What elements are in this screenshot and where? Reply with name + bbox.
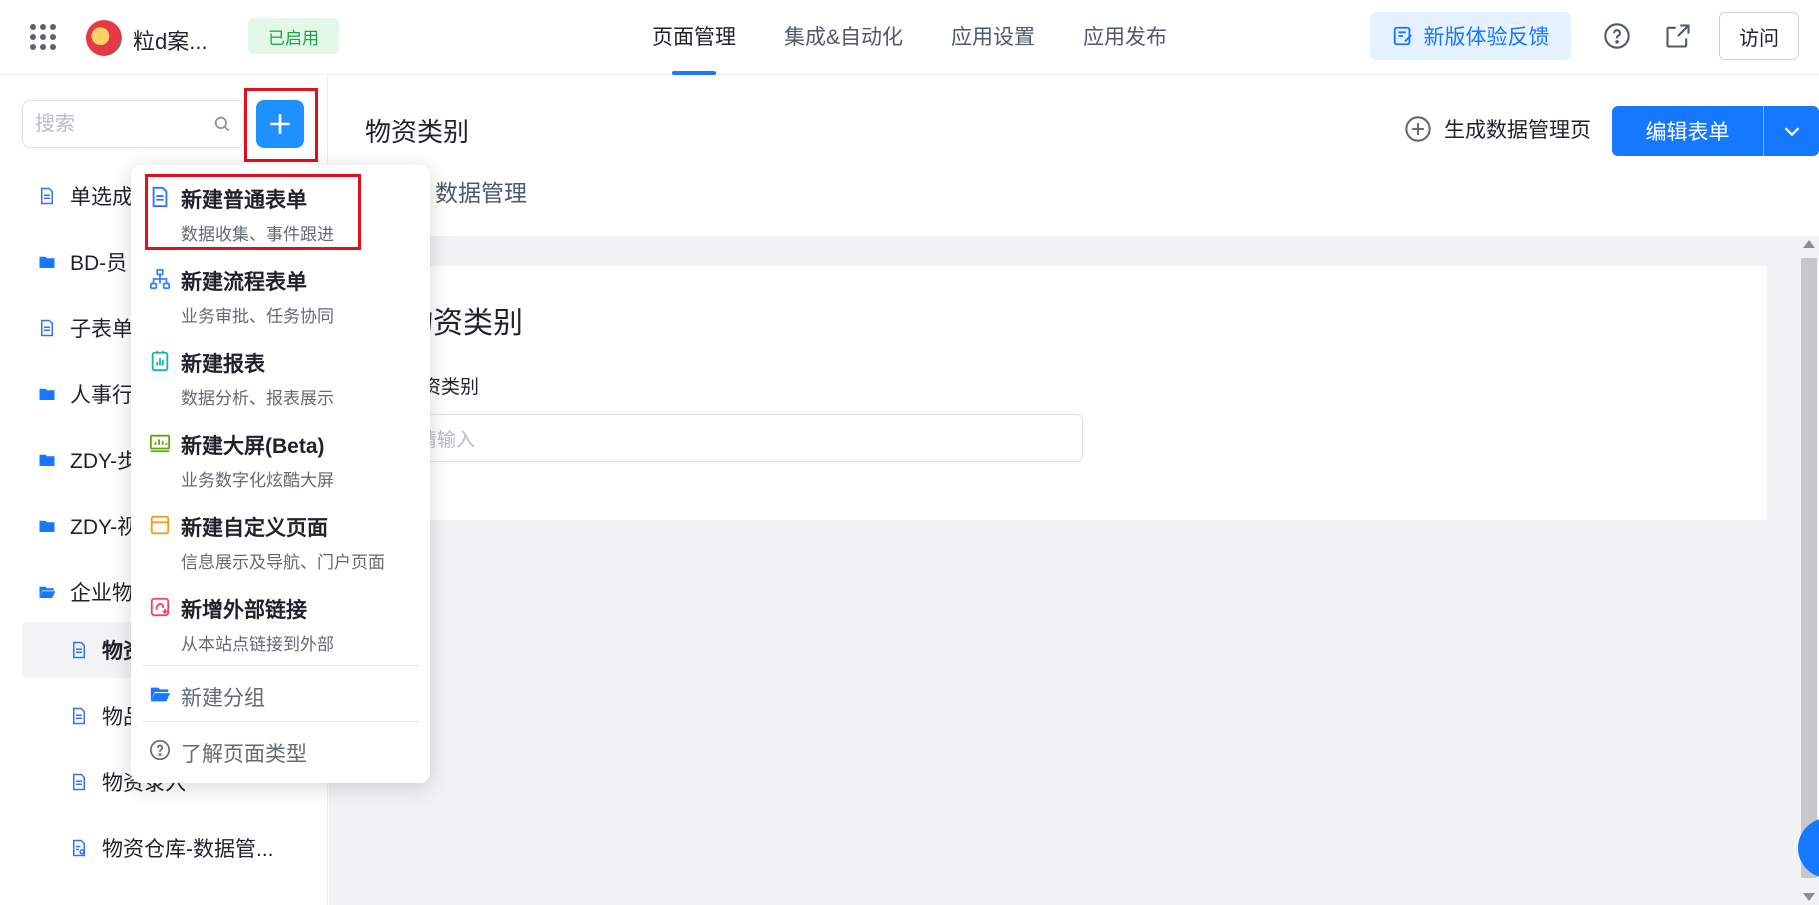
highlight-box bbox=[244, 88, 318, 162]
menu-item-title: 新建自定义页面 bbox=[181, 517, 328, 540]
menu-item-new-flow-form[interactable]: 新建流程表单 业务审批、任务协同 bbox=[131, 252, 430, 330]
folder-open-icon bbox=[150, 687, 171, 702]
menu-item-subtitle: 从本站点链接到外部 bbox=[181, 635, 334, 654]
form-preview-card: 物资类别 物资类别 请输入 bbox=[343, 266, 1767, 520]
visit-button[interactable]: 访问 bbox=[1719, 12, 1799, 60]
highlight-box bbox=[145, 174, 361, 250]
menu-item-title: 新增外部链接 bbox=[181, 599, 307, 622]
nav-item-page-manage[interactable]: 页面管理 bbox=[652, 0, 736, 75]
menu-item-subtitle: 业务审批、任务协同 bbox=[181, 307, 334, 326]
sidebar-search bbox=[22, 100, 244, 148]
edit-note-icon bbox=[1393, 26, 1412, 46]
new-page-dropdown: 新建普通表单 数据收集、事件跟进 新建流程表单 业务审批、任务协同 新建报表 数… bbox=[131, 165, 430, 783]
main-content: 物资类别 生成数据管理页 编辑表单 预览 数据管理 物资类别 物资类别 请输入 bbox=[329, 76, 1819, 905]
scroll-up-arrow[interactable] bbox=[1803, 240, 1815, 248]
search-input[interactable] bbox=[23, 101, 203, 147]
plus-circle-icon bbox=[1405, 116, 1431, 142]
form-icon bbox=[41, 187, 53, 205]
app-grid-icon[interactable] bbox=[30, 24, 56, 50]
menu-item-new-screen[interactable]: 新建大屏(Beta) 业务数字化炫酷大屏 bbox=[131, 416, 430, 494]
form-icon bbox=[73, 641, 85, 659]
menu-item-title: 新建大屏(Beta) bbox=[181, 435, 325, 458]
folder-open-icon bbox=[39, 586, 56, 598]
data-manage-icon bbox=[73, 839, 85, 857]
status-badge: 已启用 bbox=[248, 18, 339, 54]
edit-form-dropdown[interactable] bbox=[1764, 106, 1819, 156]
scroll-down-arrow[interactable] bbox=[1803, 893, 1815, 901]
app-logo bbox=[86, 20, 122, 56]
form-icon bbox=[41, 319, 53, 337]
menu-item-title: 新建流程表单 bbox=[181, 271, 307, 294]
nav-item-integration[interactable]: 集成&自动化 bbox=[784, 0, 903, 75]
menu-item-title: 新建报表 bbox=[181, 353, 265, 376]
generate-manage-page-button[interactable]: 生成数据管理页 bbox=[1404, 114, 1591, 144]
form-icon bbox=[73, 707, 85, 725]
preview-canvas: 物资类别 物资类别 请输入 bbox=[329, 236, 1819, 905]
top-bar: 粒d案... 已启用 页面管理 集成&自动化 应用设置 应用发布 新版体验反馈 … bbox=[0, 0, 1819, 75]
folder-icon bbox=[39, 454, 55, 466]
menu-divider bbox=[142, 665, 419, 666]
folder-icon bbox=[39, 520, 55, 532]
menu-item-subtitle: 数据分析、报表展示 bbox=[181, 389, 334, 408]
material-category-input[interactable]: 请输入 bbox=[403, 414, 1083, 462]
folder-icon bbox=[39, 388, 55, 400]
menu-item-new-group[interactable]: 新建分组 bbox=[131, 669, 430, 719]
scroll-thumb[interactable] bbox=[1801, 258, 1817, 878]
sidebar-item-material-warehouse[interactable]: 物资仓库-数据管... bbox=[70, 820, 370, 876]
nav-item-app-settings[interactable]: 应用设置 bbox=[951, 0, 1035, 75]
menu-item-new-external-link[interactable]: 新增外部链接 从本站点链接到外部 bbox=[131, 580, 430, 658]
menu-item-new-report[interactable]: 新建报表 数据分析、报表展示 bbox=[131, 334, 430, 412]
screen-icon bbox=[149, 434, 171, 453]
edit-form-button[interactable]: 编辑表单 bbox=[1612, 106, 1819, 156]
page-title: 物资类别 bbox=[365, 117, 470, 147]
custom-page-icon bbox=[150, 515, 170, 535]
report-icon bbox=[151, 350, 169, 372]
flow-icon bbox=[149, 268, 171, 290]
menu-divider bbox=[142, 721, 419, 722]
menu-item-subtitle: 信息展示及导航、门户页面 bbox=[181, 553, 385, 572]
app-name[interactable]: 粒d案... bbox=[133, 24, 208, 56]
edit-form-label[interactable]: 编辑表单 bbox=[1612, 106, 1764, 156]
menu-item-learn-page-types[interactable]: 了解页面类型 bbox=[131, 725, 430, 775]
external-link-icon bbox=[150, 597, 170, 617]
vertical-scrollbar[interactable] bbox=[1799, 236, 1819, 905]
folder-icon bbox=[39, 256, 55, 268]
menu-item-new-custom-page[interactable]: 新建自定义页面 信息展示及导航、门户页面 bbox=[131, 498, 430, 576]
form-icon bbox=[73, 773, 85, 791]
help-icon[interactable] bbox=[1603, 22, 1631, 50]
menu-item-subtitle: 业务数字化炫酷大屏 bbox=[181, 471, 334, 490]
chevron-down-icon bbox=[1784, 127, 1799, 137]
feedback-button[interactable]: 新版体验反馈 bbox=[1370, 12, 1571, 60]
tab-data-manage[interactable]: 数据管理 bbox=[435, 168, 527, 228]
search-icon bbox=[214, 116, 230, 132]
open-external-icon[interactable] bbox=[1664, 22, 1692, 50]
nav-item-app-publish[interactable]: 应用发布 bbox=[1083, 0, 1167, 75]
feedback-label: 新版体验反馈 bbox=[1423, 26, 1550, 49]
help-icon bbox=[150, 740, 170, 760]
main-nav: 页面管理 集成&自动化 应用设置 应用发布 bbox=[652, 0, 1215, 75]
